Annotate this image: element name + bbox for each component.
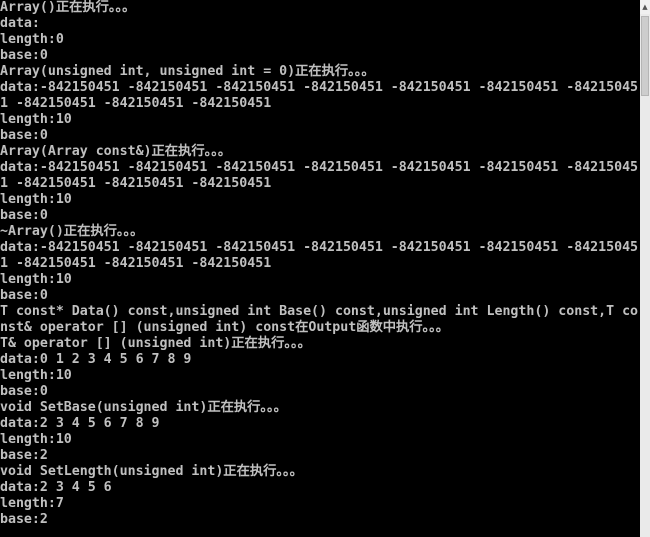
console-line: Array()正在执行。。。	[0, 0, 136, 15]
console-line: T& operator [] (unsigned int)正在执行。。。	[0, 336, 311, 351]
vertical-scrollbar[interactable]: ▲	[640, 0, 650, 537]
console-line: void SetLength(unsigned int)正在执行。。。	[0, 464, 303, 479]
scrollbar-thumb[interactable]	[641, 16, 649, 96]
console-line: data:2 3 4 5 6	[0, 480, 112, 495]
console-line: base:2	[0, 512, 48, 527]
console-line: data:-842150451 -842150451 -842150451 -8…	[0, 80, 639, 95]
console-line: data:0 1 2 3 4 5 6 7 8 9	[0, 352, 192, 367]
console-line: Array(Array const&)正在执行。。。	[0, 144, 232, 159]
console-line: base:0	[0, 208, 48, 223]
console-line: base:0	[0, 128, 48, 143]
console-line: ~Array()正在执行。。。	[0, 224, 144, 239]
console-line: base:0	[0, 384, 48, 399]
console-line: base:2	[0, 448, 48, 463]
console-line: Array(unsigned int, unsigned int = 0)正在执…	[0, 64, 375, 79]
console-line: data:-842150451 -842150451 -842150451 -8…	[0, 160, 639, 175]
console-line: nst& operator [] (unsigned int) const在Ou…	[0, 320, 450, 335]
console-line: data:-842150451 -842150451 -842150451 -8…	[0, 240, 639, 255]
console-line: data:	[0, 16, 40, 31]
console-line: data:2 3 4 5 6 7 8 9	[0, 416, 160, 431]
console-line: base:0	[0, 288, 48, 303]
scroll-up-arrow-icon[interactable]: ▲	[640, 0, 650, 14]
console-line: T const* Data() const,unsigned int Base(…	[0, 304, 639, 319]
console-line: length:10	[0, 112, 72, 127]
console-line: 1 -842150451 -842150451 -842150451	[0, 256, 272, 271]
console-line: void SetBase(unsigned int)正在执行。。。	[0, 400, 287, 415]
console-line: length:10	[0, 192, 72, 207]
console-line: length:10	[0, 368, 72, 383]
console-line: 1 -842150451 -842150451 -842150451	[0, 96, 272, 111]
console-line: 1 -842150451 -842150451 -842150451	[0, 176, 272, 191]
console-line: length:10	[0, 432, 72, 447]
console-line: length:10	[0, 272, 72, 287]
console-line: length:7	[0, 496, 64, 511]
console-output: Array()正在执行。。。 data: length:0 base:0 Array(u…	[0, 0, 640, 537]
console-line: length:0	[0, 32, 64, 47]
console-line: base:0	[0, 48, 48, 63]
